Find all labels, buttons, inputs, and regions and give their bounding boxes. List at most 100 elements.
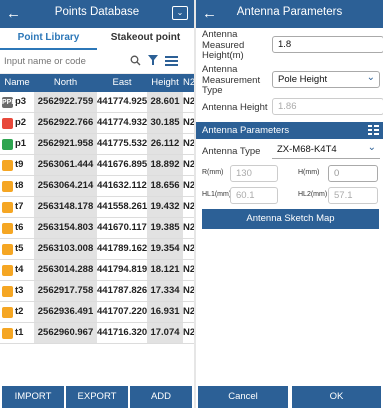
- point-type-icon: [2, 306, 13, 318]
- import-button[interactable]: IMPORT: [2, 386, 64, 408]
- point-name-cell: t8: [0, 176, 34, 196]
- r-label: R(mm): [202, 169, 224, 176]
- tab-bar: Point Library Stakeout point: [0, 28, 194, 50]
- table-row[interactable]: t2 2562936.491 441707.220 16.931 N2: [0, 302, 194, 323]
- height-cell: 19.432: [147, 197, 183, 217]
- column-code[interactable]: N2: [183, 74, 194, 92]
- point-name: t7: [15, 201, 24, 212]
- north-cell: 2562922.759: [34, 92, 97, 112]
- table-row[interactable]: t1 2562960.967 441716.320 17.074 N2: [0, 323, 194, 344]
- antenna-height-input: 1.86: [272, 98, 383, 115]
- table-row[interactable]: t9 2563061.444 441676.895 18.892 N2: [0, 155, 194, 176]
- column-north[interactable]: North: [34, 74, 97, 92]
- antenna-type-select[interactable]: ZX-M68-K4T4 ⌄: [272, 142, 380, 159]
- point-name-cell: t6: [0, 218, 34, 238]
- north-cell: 2562922.766: [34, 113, 97, 133]
- antenna-sketch-map-button[interactable]: Antenna Sketch Map: [202, 209, 379, 229]
- code-cell: N2: [183, 180, 194, 191]
- filter-icon[interactable]: [147, 54, 159, 69]
- north-cell: 2563103.008: [34, 239, 97, 259]
- tab-point-library[interactable]: Point Library: [0, 28, 97, 50]
- point-type-icon: [2, 138, 13, 150]
- menu-icon[interactable]: [165, 54, 178, 70]
- search-icon[interactable]: [130, 55, 141, 69]
- h-input[interactable]: 0: [328, 165, 378, 182]
- measurement-type-select[interactable]: Pole Height ⌄: [272, 71, 380, 88]
- measured-height-input[interactable]: 1.8: [272, 36, 383, 53]
- point-type-icon: [2, 180, 13, 192]
- point-type-icon: [2, 243, 13, 255]
- north-cell: 2563061.444: [34, 155, 97, 175]
- point-name: t2: [15, 306, 24, 317]
- page-title: Points Database: [54, 6, 140, 18]
- height-cell: 16.931: [147, 302, 183, 322]
- code-cell: N2: [183, 201, 194, 212]
- code-cell: N2: [183, 285, 194, 296]
- point-name-cell: t1: [0, 323, 34, 343]
- table-row[interactable]: t6 2563154.803 441670.117 19.385 N2: [0, 218, 194, 239]
- table-row[interactable]: t3 2562917.758 441787.826 17.334 N2: [0, 281, 194, 302]
- table-header: Name North East Height N2: [0, 74, 194, 92]
- column-height[interactable]: Height: [147, 74, 183, 92]
- east-cell: 441774.932: [97, 117, 147, 128]
- table-row[interactable]: t4 2563014.288 441794.819 18.121 N2: [0, 260, 194, 281]
- measurement-type-value: Pole Height: [278, 74, 328, 85]
- ok-button[interactable]: OK: [292, 386, 381, 408]
- table-row[interactable]: p2 2562922.766 441774.932 30.185 N2: [0, 113, 194, 134]
- point-type-icon: PPK: [2, 96, 17, 108]
- point-name: t4: [15, 264, 24, 275]
- point-type-icon: [2, 285, 13, 297]
- height-cell: 19.385: [147, 218, 183, 238]
- hl1-label: HL1(mm): [202, 191, 232, 198]
- east-cell: 441789.162: [97, 243, 147, 254]
- r-h-row: R(mm) 130 H(mm) 0: [196, 163, 383, 185]
- h-label: H(mm): [298, 169, 320, 176]
- antenna-height-label: Antenna Height: [202, 102, 268, 113]
- north-cell: 2563014.288: [34, 260, 97, 280]
- point-type-icon-label: PPK: [2, 98, 17, 106]
- code-cell: N2: [183, 306, 194, 317]
- r-input: 130: [230, 165, 278, 182]
- north-cell: 2562936.491: [34, 302, 97, 322]
- table-row[interactable]: t5 2563103.008 441789.162 19.354 N2: [0, 239, 194, 260]
- points-button-bar: IMPORT EXPORT ADD: [0, 386, 194, 408]
- antenna-button-bar: Cancel OK: [196, 386, 383, 408]
- point-name: t8: [15, 180, 24, 191]
- search-input[interactable]: [4, 56, 124, 67]
- export-button[interactable]: EXPORT: [66, 386, 128, 408]
- measurement-type-label: Antenna Measurement Type: [202, 64, 261, 96]
- height-cell: 17.074: [147, 323, 183, 343]
- points-table: PPK p3 2562922.759 441774.925 28.601 N2 p2 2562…: [0, 92, 194, 344]
- antenna-parameters-section-header: Antenna Parameters: [196, 122, 383, 139]
- table-row[interactable]: t8 2563064.214 441632.112 18.656 N2: [0, 176, 194, 197]
- column-name[interactable]: Name: [0, 74, 34, 92]
- height-cell: 28.601: [147, 92, 183, 112]
- point-name-cell: PPK p3: [0, 92, 34, 112]
- east-cell: 441632.112: [97, 180, 147, 191]
- code-cell: N2: [183, 96, 194, 107]
- dropdown-icon[interactable]: ⌄: [172, 6, 188, 20]
- code-cell: N2: [183, 327, 194, 338]
- tab-stakeout-point[interactable]: Stakeout point: [97, 28, 194, 50]
- point-name: p1: [15, 138, 27, 149]
- column-east[interactable]: East: [97, 74, 147, 92]
- point-name-cell: t3: [0, 281, 34, 301]
- table-row[interactable]: t7 2563148.178 441558.261 19.432 N2: [0, 197, 194, 218]
- height-cell: 18.121: [147, 260, 183, 280]
- measured-height-row: Antenna Measured Height(m) 1.8: [196, 28, 383, 62]
- table-row[interactable]: p1 2562921.958 441775.532 26.112 N2: [0, 134, 194, 155]
- point-name-cell: p2: [0, 113, 34, 133]
- search-bar: [0, 50, 194, 74]
- east-cell: 441794.819: [97, 264, 147, 275]
- table-row[interactable]: PPK p3 2562922.759 441774.925 28.601 N2: [0, 92, 194, 113]
- cancel-button[interactable]: Cancel: [198, 386, 288, 408]
- code-cell: N2: [183, 222, 194, 233]
- north-cell: 2562917.758: [34, 281, 97, 301]
- code-cell: N2: [183, 117, 194, 128]
- add-button[interactable]: ADD: [130, 386, 192, 408]
- point-type-icon: [2, 264, 13, 276]
- code-cell: N2: [183, 264, 194, 275]
- height-cell: 17.334: [147, 281, 183, 301]
- point-name: p2: [15, 117, 27, 128]
- antenna-type-row: Antenna Type ZX-M68-K4T4 ⌄: [196, 139, 383, 163]
